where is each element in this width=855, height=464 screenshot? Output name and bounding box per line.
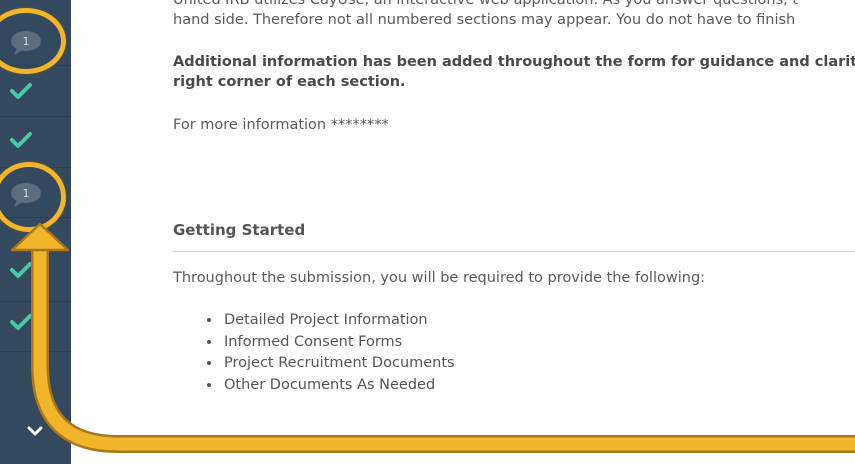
note-line-1: Additional information has been added th… <box>173 54 855 70</box>
getting-started-heading: Getting Started <box>173 221 306 239</box>
list-item: Other Documents As Needed <box>222 375 455 397</box>
sidebar-item-3[interactable] <box>0 118 71 168</box>
intro-line-2: hand side. Therefore not all numbered se… <box>173 12 796 28</box>
requirements-list: Detailed Project Information Informed Co… <box>202 310 455 396</box>
list-item: Detailed Project Information <box>222 310 455 332</box>
check-icon <box>10 83 32 99</box>
note-line-2: right corner of each section. <box>173 74 406 90</box>
getting-started-description: Throughout the submission, you will be r… <box>173 270 706 286</box>
more-info-text: For more information ******** <box>173 117 389 133</box>
check-icon <box>10 314 32 330</box>
chevron-down-icon[interactable] <box>26 424 44 438</box>
sidebar-item-2[interactable] <box>0 67 71 117</box>
intro-line-1: United IRB utilizes CayUse, an interacti… <box>173 0 799 8</box>
sidebar-item-6[interactable] <box>0 302 71 352</box>
list-item: Project Recruitment Documents <box>222 353 455 375</box>
check-icon <box>10 262 32 278</box>
check-icon <box>10 132 32 148</box>
main-content: United IRB utilizes CayUse, an interacti… <box>71 0 855 464</box>
list-item: Informed Consent Forms <box>222 332 455 354</box>
sidebar-item-5[interactable] <box>0 252 71 302</box>
section-divider <box>173 251 855 252</box>
